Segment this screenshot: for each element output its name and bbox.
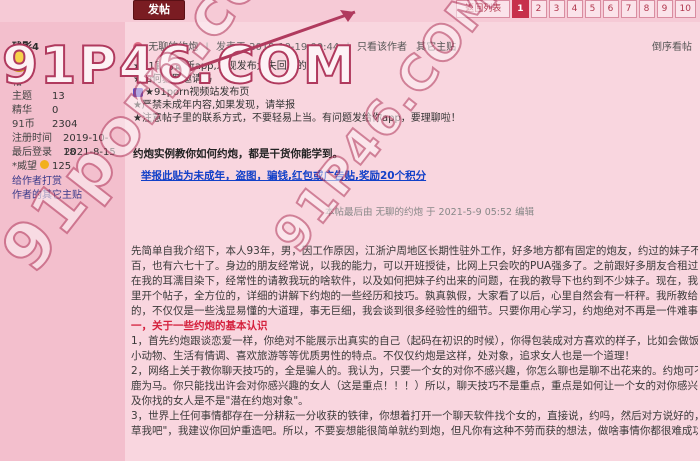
body-paragraph: 1，首先约炮跟谈恋爱一样，你绝对不能展示出真实的自己（起码在初识的时候），你得包… [131, 335, 698, 347]
body-paragraph: 鹿为马。你只能找出许会对你感兴趣的女人（这是重点！！！）所以，聊天技巧不是重点，… [131, 380, 698, 392]
notice-line[interactable]: ★91porn视频站发布页 [133, 86, 533, 99]
video-tag-icon [133, 87, 143, 97]
body-paragraph: 草我吧"，我建议你回炉重造吧。所以，不要妄想能很简单就约到炮，但凡你有这种不劳而… [131, 425, 698, 437]
stat-value: 13 [52, 91, 65, 102]
post-time: 发表于 2019-10-19 00:44 [215, 42, 340, 53]
meta-separator: | [346, 42, 350, 53]
body-paragraph: 先简单自我介绍下，本人93年，男，因工作原因，江浙沪周地区长期性驻外工作，好多地… [131, 245, 698, 257]
post-body: 先简单自我介绍下，本人93年，男，因工作原因，江浙沪周地区长期性驻外工作，好多地… [131, 244, 698, 439]
smiley-icon [8, 50, 30, 72]
page-link[interactable]: 2 [530, 0, 547, 18]
tip-author-link[interactable]: 给作者打赏 [12, 172, 62, 187]
stat-value: 2304 [52, 119, 78, 130]
stat-row: 最后登录 2021-8-15 [12, 146, 120, 160]
stat-value: 2021-8-15 [64, 147, 116, 158]
new-post-button[interactable]: 发帖 [133, 0, 185, 20]
stat-label: 精华 [12, 105, 32, 116]
page-link[interactable]: 9 [656, 0, 673, 18]
author-other-posts-link[interactable]: 作者的其它主贴 [12, 186, 82, 201]
notice-box: ★91官方最新app,发现发布太失回家的路 ★如何获取邀请码 ★91porn视频… [133, 60, 533, 142]
body-paragraph: 百，也有六七十了。身边的朋友经常说，以我的能力，可以开班授徒，比网上只会吹的PU… [131, 260, 698, 272]
page-link[interactable]: 8 [638, 0, 655, 18]
stat-label: 91币 [12, 119, 35, 130]
only-author-link[interactable]: 只看该作者 [357, 42, 407, 53]
stat-row: 主题 13 [12, 90, 120, 104]
body-paragraph: 的，不仅仅是一些浅显易懂的大道理，事无巨细，我会谈到很多经验性的细节。只要你用心… [131, 305, 698, 317]
notice-line[interactable]: ★如何获取邀请码 [133, 73, 533, 86]
notice-line[interactable]: ★严禁未成年内容,如果发现，请举报 [133, 99, 533, 112]
edit-note: 本帖最后由 无聊的约炮 于 2021-5-9 05:52 编辑 [325, 207, 535, 218]
stat-label: 主题 [12, 91, 32, 102]
post-meta: 无聊的约炮 | 发表于 2019-10-19 00:44 | 只看该作者 其它主… [133, 38, 456, 53]
body-paragraph: 小动物、生活有情调、喜欢旅游等等优质男性的特点。不仅仅约炮是这样，处对象，追求女… [131, 350, 635, 362]
stat-row: 91币 2304 [12, 118, 120, 132]
section-heading: 一，关于一些约炮的基本认识 [131, 320, 268, 332]
stat-row: 注册时间 2019-10-18 [12, 132, 120, 158]
medal-icon [40, 160, 49, 169]
meta-separator: | [205, 42, 209, 53]
top-bar: 发帖 返回列表 1 2 3 4 5 6 7 8 9 10 [0, 0, 700, 22]
body-paragraph: 及你找的女人是不是"潜在约炮对象"。 [131, 395, 309, 407]
online-status-icon [133, 42, 143, 52]
author-sidebar: 残影4 帖 主题 13 精华 0 91币 2304 注册时间 2019-10-1… [0, 22, 125, 461]
stat-row: 帖 [12, 76, 120, 90]
body-paragraph: 在我的耳濡目染下，经常性的请教我玩的啥软件，以及如何把妹子约出来的问题，在我的教… [131, 275, 698, 287]
post-author-link[interactable]: 无聊的约炮 [148, 42, 198, 53]
page-link[interactable]: 5 [584, 0, 601, 18]
pagination: 返回列表 1 2 3 4 5 6 7 8 9 10 [456, 0, 696, 18]
author-stats: 帖 主题 13 精华 0 91币 2304 注册时间 2019-10-18 最后… [12, 76, 120, 174]
page-link[interactable]: 10 [674, 0, 696, 18]
body-paragraph: 2，网络上关于教你聊天技巧的，全是骗人的。我认为，只要一个女的对你不感兴趣，你怎… [131, 365, 698, 377]
page-link[interactable]: 4 [566, 0, 583, 18]
stat-label: 帖 [12, 77, 22, 88]
notice-line[interactable]: ★91官方最新app,发现发布太失回家的路 [133, 60, 533, 73]
stat-label: 最后登录 [12, 147, 52, 158]
back-to-list-link[interactable]: 返回列表 [456, 0, 511, 18]
page-link[interactable]: 7 [620, 0, 637, 18]
body-paragraph: 里开个帖子，全方位的，详细的讲解下约炮的一些经历和技巧。孰真孰假，大家看了以后，… [131, 290, 698, 302]
stat-value: 2019-10-18 [63, 133, 109, 158]
stat-label: 注册时间 [12, 133, 52, 144]
body-paragraph: 3，世界上任何事情都存在一分耕耘一分收获的铁律，你想着打开一个聊天软件找个女的，… [131, 410, 698, 422]
page-link[interactable]: 6 [602, 0, 619, 18]
stat-row: 精华 0 [12, 104, 120, 118]
page-link[interactable]: 3 [548, 0, 565, 18]
post-content-area: 无聊的约炮 | 发表于 2019-10-19 00:44 | 只看该作者 其它主… [125, 22, 700, 461]
stat-value: 0 [52, 105, 59, 116]
reverse-order-link[interactable]: 倒序看帖 [652, 38, 692, 53]
page-link[interactable]: 1 [512, 0, 529, 18]
notice-line[interactable]: ★注意帖子里的联系方式，不要轻易上当。有问题发给你app，要理聊啦！ [133, 112, 533, 125]
report-link[interactable]: 举报此贴为未成年，盗图，骗钱,红包或广告贴,奖励20个积分 [141, 168, 426, 183]
notice-text: ★91porn视频站发布页 [145, 87, 250, 98]
other-posts-link[interactable]: 其它主贴 [416, 42, 456, 53]
post-headline: 约炮实例教你如何约炮，都是干货你能学到。 [133, 148, 343, 160]
